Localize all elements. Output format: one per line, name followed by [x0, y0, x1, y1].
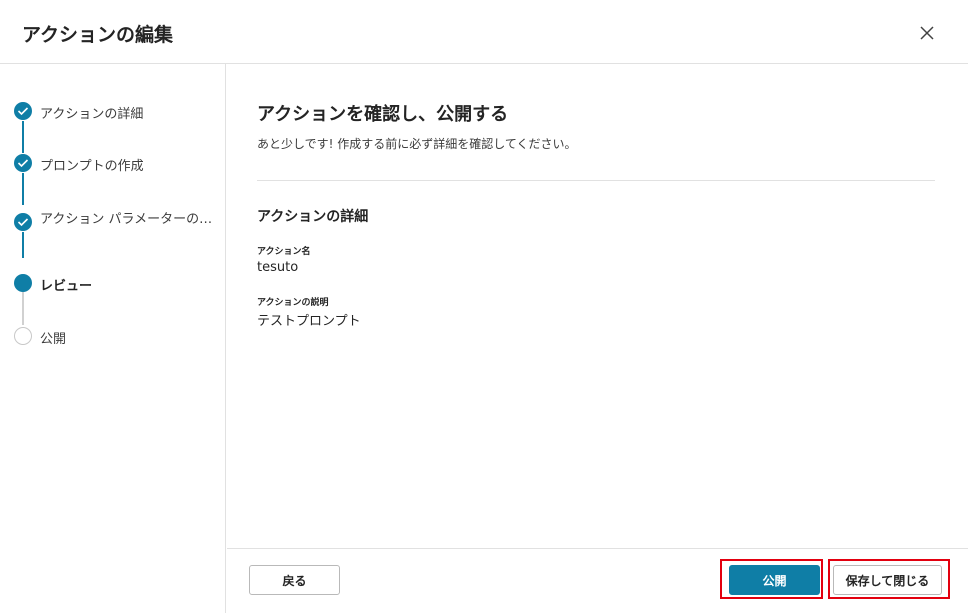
- review-content: アクションを確認し、公開する あと少しです! 作成する前に必ず詳細を確認してくだ…: [227, 64, 968, 548]
- action-name-label: アクション名: [257, 247, 311, 257]
- step-label: プロンプトの作成: [40, 159, 144, 174]
- step-label: アクション パラメーターの…: [40, 212, 213, 227]
- step-label: 公開: [40, 332, 67, 347]
- pending-step-icon: [14, 327, 32, 345]
- save-and-close-button[interactable]: 保存して閉じる: [833, 565, 942, 595]
- publish-button[interactable]: 公開: [729, 565, 820, 595]
- step-sidebar: アクションの詳細 プロンプトの作成 アクション パラメーターの… レビュー 公開: [0, 64, 226, 613]
- close-icon[interactable]: [916, 22, 938, 44]
- action-description-value: テストプロンプト: [257, 314, 361, 329]
- back-button[interactable]: 戻る: [249, 565, 340, 595]
- step-connector: [22, 173, 24, 205]
- dialog-header: アクションの編集: [0, 0, 968, 64]
- check-icon: [14, 213, 32, 231]
- check-icon: [14, 102, 32, 120]
- step-connector: [22, 121, 24, 153]
- step-label: レビュー: [40, 279, 93, 294]
- current-step-icon: [14, 274, 32, 292]
- step-label: アクションの詳細: [40, 107, 144, 122]
- step-connector: [22, 292, 24, 325]
- action-name-value: tesuto: [257, 260, 299, 275]
- edit-action-dialog: アクションの編集 アクションの詳細 プロンプトの作成 アクション パラメーターの…: [0, 0, 968, 613]
- page-subtitle: あと少しです! 作成する前に必ず詳細を確認してください。: [257, 137, 577, 151]
- section-title: アクションの詳細: [257, 209, 369, 225]
- check-icon: [14, 154, 32, 172]
- dialog-title: アクションの編集: [22, 24, 174, 46]
- step-connector: [22, 232, 24, 258]
- dialog-footer: 戻る 公開 保存して閉じる: [227, 548, 968, 613]
- page-title: アクションを確認し、公開する: [257, 104, 509, 125]
- divider: [257, 180, 935, 181]
- action-description-label: アクションの説明: [257, 298, 329, 308]
